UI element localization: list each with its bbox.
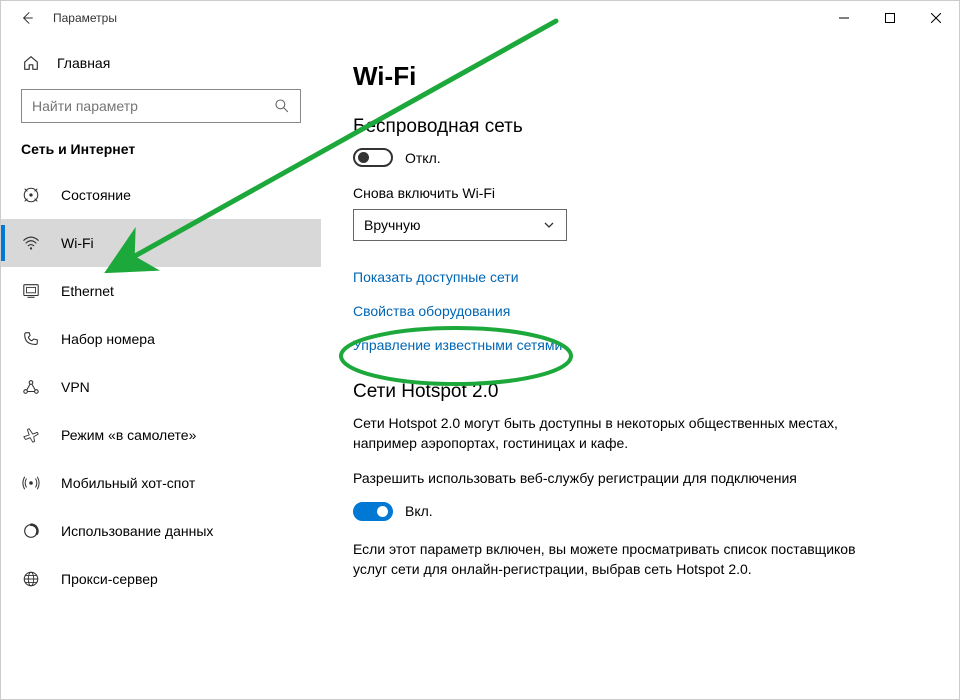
sidebar-item-proxy[interactable]: Прокси-сервер xyxy=(1,555,321,603)
settings-window: Параметры Главная Сеть и Интернет xyxy=(0,0,960,700)
sidebar-item-label: Режим «в самолете» xyxy=(61,427,196,443)
sidebar-item-airplane[interactable]: Режим «в самолете» xyxy=(1,411,321,459)
wireless-toggle-label: Откл. xyxy=(405,150,441,166)
link-available-networks[interactable]: Показать доступные сети xyxy=(353,269,927,285)
dialup-icon xyxy=(21,329,41,349)
dropdown-value: Вручную xyxy=(364,217,542,233)
hotspot-description: Сети Hotspot 2.0 могут быть доступны в н… xyxy=(353,413,873,454)
hotspot-toggle-row: Вкл. xyxy=(353,502,927,521)
vpn-icon xyxy=(21,377,41,397)
hotspot-note: Если этот параметр включен, вы можете пр… xyxy=(353,539,873,580)
close-icon xyxy=(931,13,941,23)
hotspot-section-title: Сети Hotspot 2.0 xyxy=(353,381,927,403)
search-icon xyxy=(272,96,292,116)
wireless-toggle[interactable] xyxy=(353,148,393,167)
maximize-button[interactable] xyxy=(867,1,913,35)
nav-list: Состояние Wi-Fi Ethernet Набор номера VP… xyxy=(1,171,321,603)
titlebar: Параметры xyxy=(1,1,959,35)
ethernet-icon xyxy=(21,281,41,301)
sidebar-item-hotspot[interactable]: Мобильный хот-спот xyxy=(1,459,321,507)
sidebar-item-label: Прокси-сервер xyxy=(61,571,158,587)
data-usage-icon xyxy=(21,521,41,541)
sidebar-item-label: Состояние xyxy=(61,187,131,203)
back-arrow-icon xyxy=(19,10,35,26)
wireless-section-title: Беспроводная сеть xyxy=(353,116,927,138)
search-box[interactable] xyxy=(21,89,301,123)
sidebar-category: Сеть и Интернет xyxy=(1,141,321,171)
maximize-icon xyxy=(885,13,895,23)
sidebar-item-status[interactable]: Состояние xyxy=(1,171,321,219)
chevron-down-icon xyxy=(542,218,556,232)
home-button[interactable]: Главная xyxy=(1,53,321,89)
minimize-icon xyxy=(839,13,849,23)
proxy-icon xyxy=(21,569,41,589)
body: Главная Сеть и Интернет Состояние Wi-Fi xyxy=(1,35,959,699)
sidebar-item-wifi[interactable]: Wi-Fi xyxy=(1,219,321,267)
sidebar-item-label: Мобильный хот-спот xyxy=(61,475,195,491)
link-known-networks[interactable]: Управление известными сетями xyxy=(353,337,927,353)
hotspot-icon xyxy=(21,473,41,493)
home-icon xyxy=(21,53,41,73)
window-controls xyxy=(821,1,959,35)
search-input[interactable] xyxy=(30,97,272,115)
sidebar-item-ethernet[interactable]: Ethernet xyxy=(1,267,321,315)
status-icon xyxy=(21,185,41,205)
sidebar-item-label: Набор номера xyxy=(61,331,155,347)
wifi-icon xyxy=(21,233,41,253)
hotspot-toggle[interactable] xyxy=(353,502,393,521)
back-button[interactable] xyxy=(15,6,39,30)
sidebar-item-dialup[interactable]: Набор номера xyxy=(1,315,321,363)
airplane-icon xyxy=(21,425,41,445)
link-hardware-props[interactable]: Свойства оборудования xyxy=(353,303,927,319)
sidebar-item-vpn[interactable]: VPN xyxy=(1,363,321,411)
hotspot-allow-label: Разрешить использовать веб-службу регист… xyxy=(353,468,873,488)
sidebar-item-data-usage[interactable]: Использование данных xyxy=(1,507,321,555)
reenable-dropdown[interactable]: Вручную xyxy=(353,209,567,241)
sidebar-item-label: VPN xyxy=(61,379,90,395)
window-title: Параметры xyxy=(53,11,117,25)
sidebar-item-label: Использование данных xyxy=(61,523,213,539)
hotspot-toggle-label: Вкл. xyxy=(405,503,433,519)
sidebar: Главная Сеть и Интернет Состояние Wi-Fi xyxy=(1,35,321,699)
home-label: Главная xyxy=(57,55,110,71)
sidebar-item-label: Ethernet xyxy=(61,283,114,299)
reenable-label: Снова включить Wi-Fi xyxy=(353,185,927,201)
close-button[interactable] xyxy=(913,1,959,35)
wireless-toggle-row: Откл. xyxy=(353,148,927,167)
minimize-button[interactable] xyxy=(821,1,867,35)
content-pane: Wi-Fi Беспроводная сеть Откл. Снова вклю… xyxy=(321,35,959,699)
sidebar-item-label: Wi-Fi xyxy=(61,235,94,251)
page-heading: Wi-Fi xyxy=(353,61,927,92)
